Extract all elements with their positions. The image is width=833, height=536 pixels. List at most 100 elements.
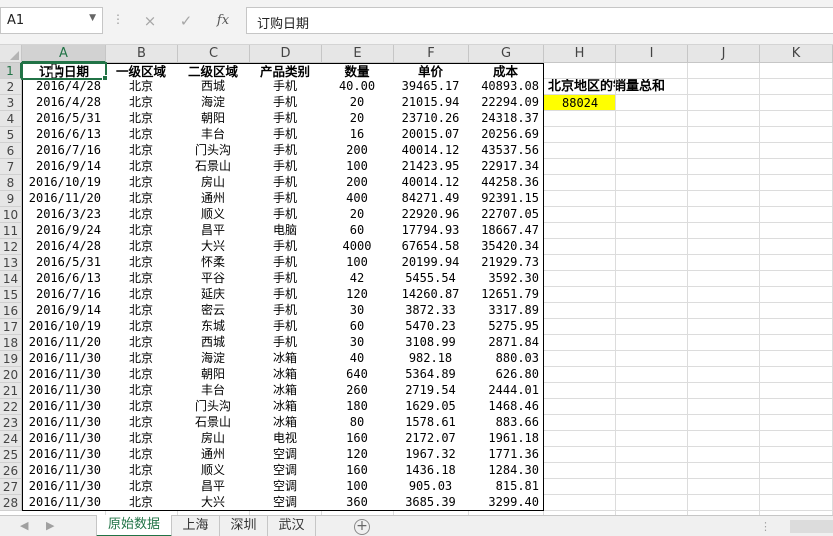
cell-date[interactable]: 2016/4/28	[22, 78, 106, 95]
column-header-j[interactable]: J	[688, 45, 760, 63]
sheet-tab-4[interactable]: 武汉	[268, 516, 316, 536]
cell-cost[interactable]: 5275.95	[468, 318, 544, 335]
row-header-1[interactable]: 1	[0, 63, 22, 79]
cell-date[interactable]: 2016/11/30	[22, 446, 106, 463]
cell-date[interactable]: 2016/7/16	[22, 142, 106, 159]
cell-qty[interactable]: 400	[321, 190, 394, 207]
cell-region2[interactable]: 密云	[177, 302, 250, 319]
column-header-f[interactable]: F	[394, 45, 469, 63]
cell-region1[interactable]: 北京	[105, 494, 178, 511]
cell-cost[interactable]: 815.81	[468, 478, 544, 495]
row-header-10[interactable]: 10	[0, 207, 22, 223]
cell-category[interactable]: 手机	[249, 286, 322, 303]
cell-price[interactable]: 982.18	[393, 350, 469, 367]
cell-qty[interactable]: 160	[321, 430, 394, 447]
cell-date[interactable]: 2016/11/30	[22, 494, 106, 511]
cell-region2[interactable]: 顺义	[177, 206, 250, 223]
cell-category[interactable]: 冰箱	[249, 366, 322, 383]
cancel-icon[interactable]: ×	[139, 10, 161, 32]
cell-category[interactable]: 手机	[249, 206, 322, 223]
cell-region1[interactable]: 北京	[105, 94, 178, 111]
sheet-tab-2[interactable]: 上海	[172, 516, 220, 536]
cell-region2[interactable]: 朝阳	[177, 110, 250, 127]
sum-label-cell[interactable]: 北京地区的销量总和	[548, 79, 665, 95]
cell-price[interactable]: 2172.07	[393, 430, 469, 447]
cell-date[interactable]: 2016/6/13	[22, 270, 106, 287]
cell-qty[interactable]: 100	[321, 254, 394, 271]
cell-region2[interactable]: 门头沟	[177, 142, 250, 159]
cell-cost[interactable]: 626.80	[468, 366, 544, 383]
row-header-3[interactable]: 3	[0, 95, 22, 111]
cell-category[interactable]: 手机	[249, 94, 322, 111]
cell-region2[interactable]: 石景山	[177, 158, 250, 175]
cell-price[interactable]: 21015.94	[393, 94, 469, 111]
cell-category[interactable]: 手机	[249, 270, 322, 287]
cell-region1[interactable]: 北京	[105, 478, 178, 495]
cell-date[interactable]: 2016/7/16	[22, 286, 106, 303]
cell-date[interactable]: 2016/5/31	[22, 254, 106, 271]
row-header-24[interactable]: 24	[0, 431, 22, 447]
cell-cost[interactable]: 2444.01	[468, 382, 544, 399]
cell-category[interactable]: 手机	[249, 238, 322, 255]
cell-cost[interactable]: 24318.37	[468, 110, 544, 127]
cell-region1[interactable]: 北京	[105, 446, 178, 463]
cell-region1[interactable]: 北京	[105, 334, 178, 351]
cell-category[interactable]: 手机	[249, 78, 322, 95]
cell-category[interactable]: 冰箱	[249, 382, 322, 399]
cell-region2[interactable]: 昌平	[177, 478, 250, 495]
cell-category[interactable]: 空调	[249, 462, 322, 479]
cell-region2[interactable]: 顺义	[177, 462, 250, 479]
column-header-i[interactable]: I	[616, 45, 688, 63]
row-header-17[interactable]: 17	[0, 319, 22, 335]
row-header-23[interactable]: 23	[0, 415, 22, 431]
cell-qty[interactable]: 20	[321, 206, 394, 223]
cell-region2[interactable]: 朝阳	[177, 366, 250, 383]
cell-category[interactable]: 手机	[249, 142, 322, 159]
row-header-14[interactable]: 14	[0, 271, 22, 287]
cell-category[interactable]: 手机	[249, 254, 322, 271]
cell-category[interactable]: 手机	[249, 126, 322, 143]
header-cell-qty[interactable]: 数量	[321, 63, 394, 79]
cell-price[interactable]: 1578.61	[393, 414, 469, 431]
row-header-11[interactable]: 11	[0, 223, 22, 239]
cell-region1[interactable]: 北京	[105, 350, 178, 367]
cell-price[interactable]: 1967.32	[393, 446, 469, 463]
cell-price[interactable]: 22920.96	[393, 206, 469, 223]
row-header-27[interactable]: 27	[0, 479, 22, 495]
cell-category[interactable]: 冰箱	[249, 414, 322, 431]
cell-category[interactable]: 冰箱	[249, 350, 322, 367]
cell-cost[interactable]: 3299.40	[468, 494, 544, 511]
cell-category[interactable]: 空调	[249, 478, 322, 495]
cell-qty[interactable]: 360	[321, 494, 394, 511]
cell-cost[interactable]: 1771.36	[468, 446, 544, 463]
cell-price[interactable]: 3872.33	[393, 302, 469, 319]
cell-region1[interactable]: 北京	[105, 302, 178, 319]
cell-region1[interactable]: 北京	[105, 382, 178, 399]
cell-price[interactable]: 905.03	[393, 478, 469, 495]
cell-date[interactable]: 2016/11/30	[22, 382, 106, 399]
row-header-26[interactable]: 26	[0, 463, 22, 479]
cell-region2[interactable]: 丰台	[177, 382, 250, 399]
cell-cost[interactable]: 3592.30	[468, 270, 544, 287]
cell-qty[interactable]: 30	[321, 302, 394, 319]
cell-region2[interactable]: 大兴	[177, 238, 250, 255]
cell-date[interactable]: 2016/9/14	[22, 302, 106, 319]
formula-input[interactable]: 订购日期	[246, 7, 833, 34]
cell-region1[interactable]: 北京	[105, 174, 178, 191]
cell-qty[interactable]: 200	[321, 142, 394, 159]
cell-cost[interactable]: 21929.73	[468, 254, 544, 271]
cell-region1[interactable]: 北京	[105, 366, 178, 383]
column-header-e[interactable]: E	[322, 45, 394, 63]
cell-qty[interactable]: 40.00	[321, 78, 394, 95]
cell-price[interactable]: 40014.12	[393, 174, 469, 191]
cell-category[interactable]: 手机	[249, 334, 322, 351]
cell-price[interactable]: 2719.54	[393, 382, 469, 399]
row-header-8[interactable]: 8	[0, 175, 22, 191]
header-cell-date[interactable]: 订购日期	[22, 63, 106, 79]
cell-cost[interactable]: 22707.05	[468, 206, 544, 223]
column-header-a[interactable]: A	[22, 45, 106, 63]
cell-cost[interactable]: 1468.46	[468, 398, 544, 415]
row-header-2[interactable]: 2	[0, 79, 22, 95]
cell-price[interactable]: 5364.89	[393, 366, 469, 383]
cell-region2[interactable]: 石景山	[177, 414, 250, 431]
